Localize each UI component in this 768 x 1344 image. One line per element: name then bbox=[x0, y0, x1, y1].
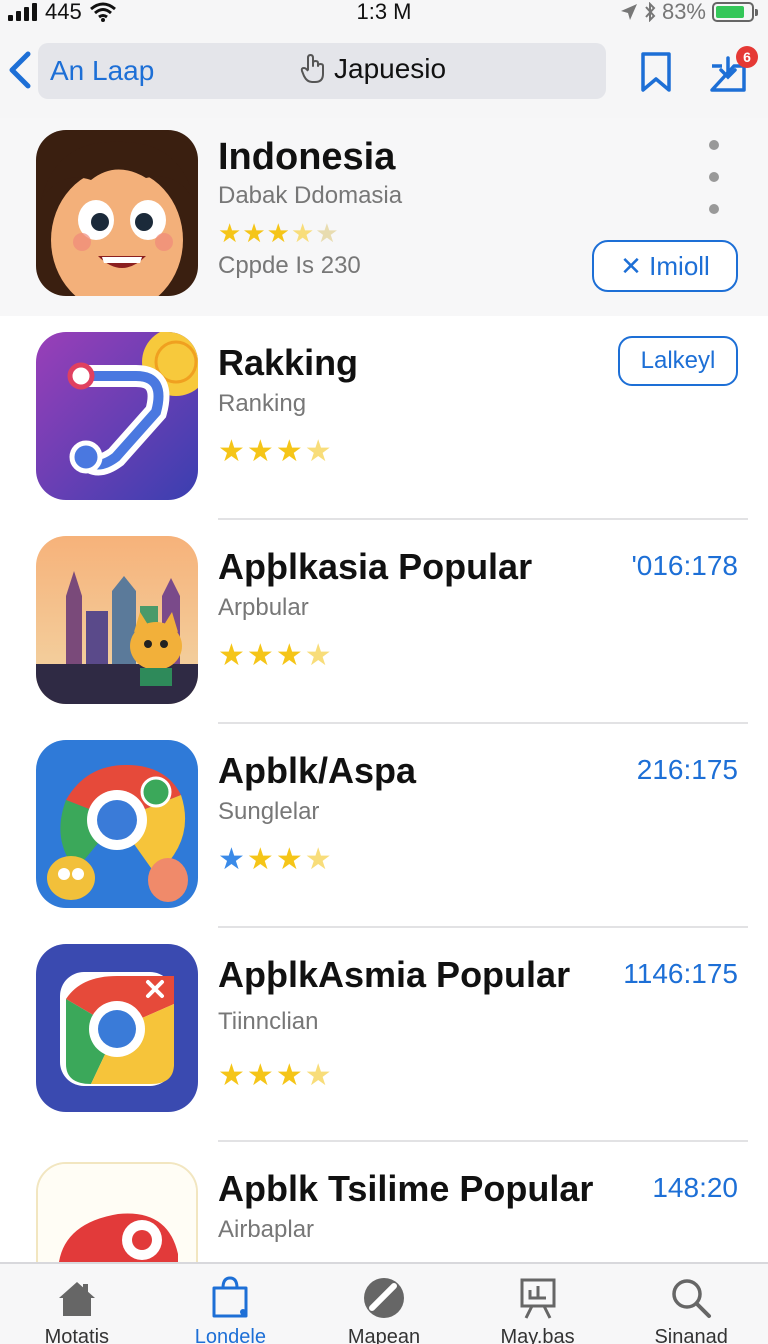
featured-app-rating: ★★★★★ bbox=[218, 218, 340, 249]
notification-button[interactable]: 6 bbox=[706, 46, 760, 96]
star-icon: ★ bbox=[275, 843, 305, 876]
star-icon: ★ bbox=[218, 1059, 247, 1092]
tab-mapean[interactable]: Mapean bbox=[309, 1264, 459, 1344]
list-item[interactable]: Apþlkasia Popular Arpbular ★★★★ '016:178 bbox=[0, 520, 768, 724]
star-icon: ★ bbox=[304, 639, 334, 672]
star-icon: ★ bbox=[290, 218, 316, 248]
featured-app-icon[interactable] bbox=[36, 130, 198, 296]
app-rating: ★★★★ bbox=[218, 842, 334, 877]
location-icon bbox=[620, 4, 637, 20]
star-icon: ★ bbox=[246, 1059, 276, 1092]
board-icon bbox=[520, 1278, 556, 1319]
star-icon: ★ bbox=[246, 435, 276, 468]
path-route-icon bbox=[36, 332, 198, 500]
tab-motatis[interactable]: Motatis bbox=[2, 1264, 152, 1344]
install-button[interactable]: ✕ Imioll bbox=[592, 240, 738, 292]
battery-percent: 83% bbox=[661, 0, 706, 24]
star-icon: ★ bbox=[218, 843, 247, 876]
search-icon bbox=[672, 1279, 712, 1318]
tab-bar: Motatis Londele Mapean May.bas Sinanad bbox=[0, 1262, 768, 1344]
notification-badge: 6 bbox=[736, 46, 758, 68]
city-cat-icon bbox=[36, 536, 198, 704]
featured-app-subtitle: Dabak Ddomasia bbox=[218, 182, 403, 209]
app-value: 148:20 bbox=[652, 1172, 738, 1203]
app-subtitle: Airbaplar bbox=[218, 1216, 315, 1243]
star-icon: ★ bbox=[218, 435, 247, 468]
star-icon: ★ bbox=[275, 1059, 305, 1092]
star-icon: ★ bbox=[315, 218, 340, 248]
star-icon: ★ bbox=[275, 435, 305, 468]
featured-app[interactable]: Indonesia Dabak Ddomasia ★★★★★ Cppde Is … bbox=[0, 118, 768, 316]
app-title: Apblk/Aspa bbox=[218, 750, 417, 791]
app-title: Apblk Tsilime Popular bbox=[218, 1168, 594, 1209]
tab-sinanad[interactable]: Sinanad bbox=[616, 1264, 766, 1344]
app-value: 1146:175 bbox=[623, 958, 738, 989]
app-subtitle: Sunglelar bbox=[218, 798, 320, 825]
app-title: Rakking bbox=[218, 342, 359, 383]
home-icon bbox=[58, 1282, 95, 1316]
bag-icon bbox=[212, 1276, 248, 1318]
app-icon[interactable] bbox=[36, 740, 198, 908]
search-query: Japuesio bbox=[300, 53, 446, 85]
app-rating: ★★★★ bbox=[218, 434, 334, 469]
app-subtitle: Ranking bbox=[218, 390, 307, 417]
list-item[interactable]: Apblk Tsilime Popular Airbaplar 148:20 bbox=[0, 1142, 768, 1262]
nav-bar: An Laap Japuesio 6 bbox=[0, 28, 768, 118]
star-icon: ★ bbox=[246, 843, 276, 876]
app-icon[interactable] bbox=[36, 1162, 198, 1262]
battery-fill bbox=[716, 6, 745, 18]
star-icon: ★ bbox=[266, 218, 291, 248]
status-right: 83% bbox=[620, 0, 758, 24]
more-options-icon[interactable] bbox=[700, 140, 728, 214]
tab-label: Londele bbox=[194, 1326, 266, 1344]
featured-app-title: Indonesia bbox=[218, 136, 396, 178]
app-subtitle: Tiinnclian bbox=[218, 1008, 319, 1035]
tab-label: May.bas bbox=[500, 1326, 575, 1344]
list-item[interactable]: ApþlkAsmia Popular Tiinnclian ★★★★ 1146:… bbox=[0, 928, 768, 1142]
star-icon: ★ bbox=[304, 1059, 334, 1092]
tab-maybas[interactable]: May.bas bbox=[463, 1264, 613, 1344]
browser-close-icon bbox=[36, 944, 198, 1112]
app-title: Apþlkasia Popular bbox=[218, 546, 533, 587]
battery-icon bbox=[712, 2, 758, 22]
hand-pointer-icon bbox=[300, 54, 324, 83]
get-button[interactable]: Lalkeyl bbox=[618, 336, 738, 386]
app-value: '016:178 bbox=[631, 550, 738, 581]
app-icon[interactable] bbox=[36, 332, 198, 500]
tab-label: Sinanad bbox=[654, 1326, 728, 1344]
featured-app-meta: Cppde Is 230 bbox=[218, 252, 361, 279]
app-icon[interactable] bbox=[36, 536, 198, 704]
app-title: ApþlkAsmia Popular bbox=[218, 954, 571, 995]
star-icon: ★ bbox=[304, 435, 334, 468]
bookmark-icon[interactable] bbox=[638, 50, 674, 94]
list-item[interactable]: Rakking Ranking ★★★★ Lalkeyl bbox=[0, 316, 768, 520]
compass-icon bbox=[363, 1278, 404, 1318]
app-subtitle: Arpbular bbox=[218, 594, 309, 621]
app-rating: ★★★★ bbox=[218, 638, 334, 673]
browser-characters-icon bbox=[36, 740, 198, 908]
star-icon: ★ bbox=[218, 639, 247, 672]
star-icon: ★ bbox=[218, 218, 243, 248]
app-value: 216:175 bbox=[636, 754, 738, 785]
star-icon: ★ bbox=[275, 639, 305, 672]
bluetooth-icon bbox=[645, 2, 656, 22]
status-bar: 445 1:3 M 83% bbox=[0, 0, 768, 28]
app-icon[interactable] bbox=[36, 944, 198, 1112]
app-rating: ★★★★ bbox=[218, 1058, 334, 1093]
star-icon: ★ bbox=[242, 218, 267, 248]
tab-londele[interactable]: Londele bbox=[155, 1264, 305, 1344]
search-text: Japuesio bbox=[334, 53, 447, 84]
star-icon: ★ bbox=[246, 639, 276, 672]
tab-label: Mapean bbox=[347, 1326, 421, 1344]
search-bar[interactable]: An Laap Japuesio bbox=[38, 43, 606, 99]
list-item[interactable]: Apblk/Aspa Sunglelar ★★★★ 216:175 bbox=[0, 724, 768, 928]
star-icon: ★ bbox=[304, 843, 334, 876]
cartoon-boy-icon bbox=[36, 130, 198, 296]
tab-label: Motatis bbox=[44, 1326, 110, 1344]
back-chevron-icon[interactable] bbox=[4, 48, 34, 92]
back-label[interactable]: An Laap bbox=[50, 55, 154, 87]
target-app-icon bbox=[38, 1164, 196, 1262]
